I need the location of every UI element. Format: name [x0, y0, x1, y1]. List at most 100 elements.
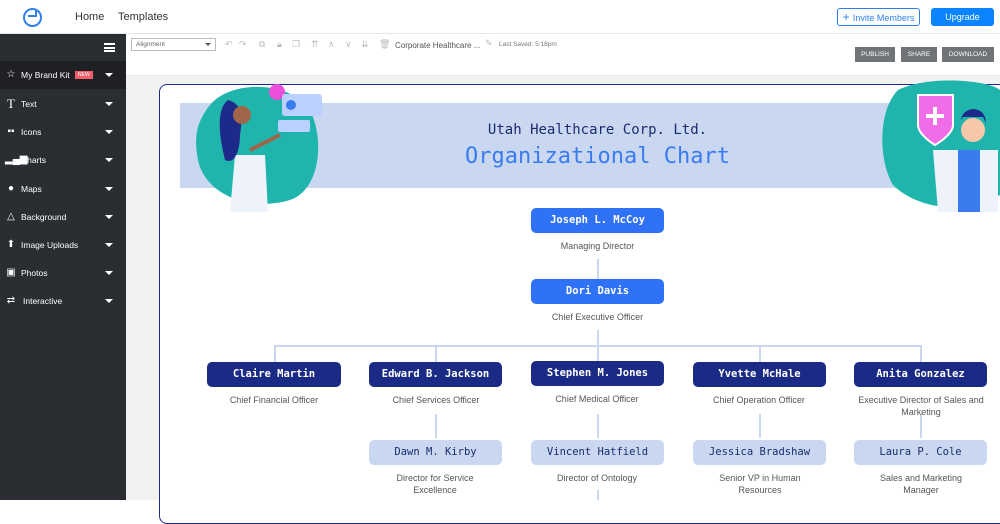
- sidebar-item-label: Interactive: [23, 296, 63, 306]
- org-node-role: Senior VP in Human Resources: [719, 473, 801, 495]
- connector-line: [597, 259, 599, 279]
- org-node-role: Director for Service Excellence: [396, 473, 474, 495]
- invite-label: Invite Members: [852, 13, 915, 23]
- sidebar-item-label: Charts: [21, 155, 47, 165]
- group-icon[interactable]: ⧉: [259, 39, 265, 50]
- org-node-name[interactable]: Edward B. Jackson: [369, 362, 502, 387]
- org-node-name[interactable]: Stephen M. Jones: [531, 361, 664, 386]
- sidebar-item-photos[interactable]: ▣ Photos: [0, 259, 126, 287]
- shuffle-icon: ⇄: [6, 295, 16, 306]
- sidebar-item-interactive[interactable]: ⇄ Interactive: [0, 287, 126, 315]
- nav-templates[interactable]: Templates: [118, 11, 168, 23]
- org-node-role: Executive Director of Sales and Marketin…: [858, 395, 984, 417]
- bring-forward-icon[interactable]: ∧: [328, 39, 335, 50]
- chevron-down-icon: [105, 243, 113, 247]
- org-node-name[interactable]: Jessica Bradshaw: [693, 440, 826, 465]
- document-name[interactable]: Corporate Healthcare ...: [395, 41, 480, 50]
- sidebar-item-label: Image Uploads: [21, 240, 79, 250]
- sidebar-item-icons[interactable]: ▪▪ Icons: [0, 118, 126, 146]
- sidebar-item-brand-kit[interactable]: ☆ My Brand Kit NEW: [0, 61, 126, 89]
- sidebar-item-image-uploads[interactable]: ⬆ Image Uploads: [0, 231, 126, 259]
- globe-icon: ●: [7, 183, 15, 194]
- bar-chart-icon: ▂▄▆: [5, 154, 28, 165]
- connector-line: [435, 345, 437, 362]
- alignment-select[interactable]: Alignment: [131, 38, 216, 51]
- edit-icon[interactable]: ✎: [485, 38, 493, 49]
- org-node-role: Chief Executive Officer: [551, 312, 644, 322]
- sidebar-item-label: Background: [21, 212, 67, 222]
- share-button[interactable]: SHARE: [901, 47, 937, 62]
- chevron-down-icon: [105, 299, 113, 303]
- sidebar-item-label: Photos: [21, 268, 48, 278]
- chevron-down-icon: [105, 130, 113, 134]
- top-bar: Home Templates + Invite Members Upgrade: [0, 0, 1000, 34]
- chevron-down-icon: [105, 73, 113, 77]
- delete-icon[interactable]: 🗑︎: [379, 39, 390, 50]
- connector-line: [759, 345, 761, 362]
- sidebar-item-text[interactable]: T Text: [0, 90, 126, 118]
- nurse-illustration: [196, 84, 322, 212]
- star-icon: ☆: [6, 69, 16, 80]
- org-node-name[interactable]: Laura P. Cole: [854, 440, 987, 465]
- nav-home[interactable]: Home: [75, 11, 104, 23]
- undo-icon[interactable]: ↶: [225, 39, 233, 50]
- upload-icon: ⬆: [6, 239, 16, 250]
- org-node-name[interactable]: Vincent Hatfield: [531, 440, 664, 465]
- org-node-role: Chief Services Officer: [392, 395, 480, 405]
- send-to-back-icon[interactable]: ⇊: [361, 39, 369, 50]
- upgrade-button[interactable]: Upgrade: [931, 8, 994, 26]
- connector-line: [759, 414, 761, 438]
- org-node-name[interactable]: Dawn M. Kirby: [369, 440, 502, 465]
- connector-line: [435, 414, 437, 438]
- chevron-down-icon: [105, 102, 113, 106]
- lock-icon[interactable]: 🔒︎: [277, 39, 282, 50]
- invite-members-button[interactable]: + Invite Members: [837, 8, 920, 26]
- chart-title: Organizational Chart: [465, 144, 730, 169]
- chevron-down-icon: [105, 271, 113, 275]
- connector-line: [597, 414, 599, 438]
- org-node-role: Managing Director: [560, 241, 635, 251]
- sidebar-item-label: Text: [21, 99, 37, 109]
- publish-button[interactable]: PUBLISH: [855, 47, 895, 62]
- paint-drop-icon: △: [7, 211, 15, 222]
- org-node-name[interactable]: Dori Davis: [531, 279, 664, 304]
- text-icon: T: [7, 96, 15, 111]
- chevron-down-icon: [105, 215, 113, 219]
- last-saved: Last Saved: 5:18pm: [499, 41, 557, 48]
- sidebar: ☆ My Brand Kit NEW T Text ▪▪ Icons ▂▄▆ C…: [0, 34, 126, 500]
- bring-to-front-icon[interactable]: ⇈: [311, 39, 319, 50]
- connector-line: [274, 345, 276, 362]
- sidebar-item-maps[interactable]: ● Maps: [0, 175, 126, 203]
- connector-line: [920, 345, 922, 362]
- sidebar-item-background[interactable]: △ Background: [0, 203, 126, 231]
- download-button[interactable]: DOWNLOAD: [942, 47, 994, 62]
- icons-grid-icon: ▪▪: [7, 126, 15, 137]
- connector-line: [597, 330, 599, 345]
- duplicate-icon[interactable]: ❐: [292, 39, 300, 50]
- connector-line: [597, 490, 599, 500]
- new-badge: NEW: [75, 71, 93, 79]
- send-backward-icon[interactable]: ∨: [345, 39, 352, 50]
- org-node-name[interactable]: Claire Martin: [207, 362, 341, 387]
- photo-icon: ▣: [6, 267, 16, 278]
- org-node-role: Chief Medical Officer: [555, 394, 639, 404]
- org-node-name[interactable]: Joseph L. McCoy: [531, 208, 664, 233]
- org-node-name[interactable]: Yvette McHale: [693, 362, 826, 387]
- sidebar-item-label: Maps: [21, 184, 42, 194]
- org-node-name[interactable]: Anita Gonzalez: [854, 362, 987, 387]
- chevron-down-icon: [105, 187, 113, 191]
- chevron-down-icon: [105, 158, 113, 162]
- redo-icon[interactable]: ↷: [239, 39, 247, 50]
- plus-icon: +: [842, 10, 853, 24]
- hamburger-menu-icon[interactable]: [104, 43, 115, 52]
- connector-line: [597, 345, 599, 362]
- org-node-role: Sales and Marketing Manager: [879, 473, 963, 495]
- sidebar-item-label: Icons: [21, 127, 42, 137]
- sidebar-item-label: My Brand Kit: [21, 70, 70, 80]
- org-node-role: Chief Financial Officer: [229, 395, 319, 405]
- org-node-role: Director of Ontology: [556, 473, 638, 483]
- sidebar-item-charts[interactable]: ▂▄▆ Charts: [0, 146, 126, 174]
- doctor-illustration: [882, 80, 1000, 212]
- company-name: Utah Healthcare Corp. Ltd.: [487, 122, 708, 138]
- app-logo-icon[interactable]: [23, 8, 42, 27]
